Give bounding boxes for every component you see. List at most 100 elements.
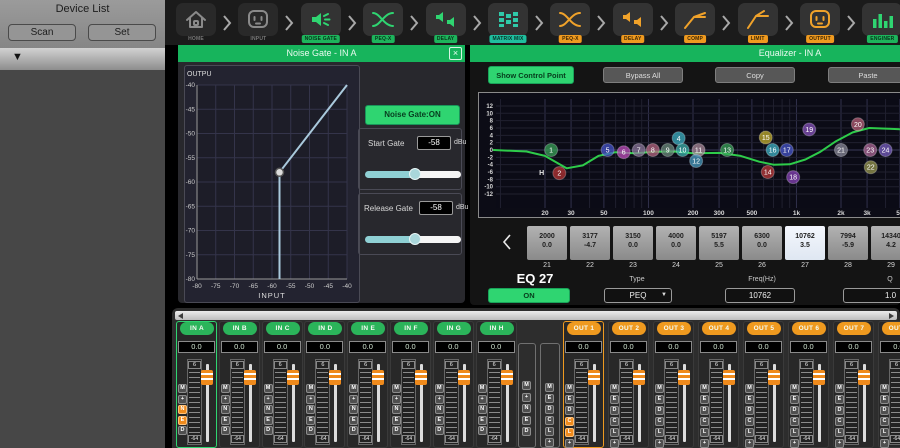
- channel-button-m[interactable]: M: [655, 384, 664, 393]
- channel-value[interactable]: 0.0: [790, 341, 827, 353]
- channel-value[interactable]: 0.0: [264, 341, 301, 353]
- master-button-e[interactable]: E: [545, 394, 554, 403]
- channel-button-d[interactable]: D: [700, 406, 709, 415]
- channel-button-+[interactable]: +: [610, 439, 619, 448]
- eq-control-point-20[interactable]: 20: [851, 118, 864, 131]
- toolbar-item-limit[interactable]: LIMIT: [735, 0, 781, 45]
- toolbar-item-matrix-mix[interactable]: MATRIX MIX: [485, 0, 531, 45]
- channel-button-c[interactable]: C: [610, 417, 619, 426]
- channel-tab[interactable]: OUT 4: [702, 322, 736, 335]
- channel-value[interactable]: 0.0: [835, 341, 872, 353]
- channel-button-e[interactable]: E: [565, 395, 574, 404]
- channel-button-m[interactable]: M: [221, 384, 230, 393]
- channel-button-l[interactable]: L: [790, 428, 799, 437]
- channel-tab[interactable]: OUT 5: [747, 322, 781, 335]
- channel-button-m[interactable]: M: [392, 384, 401, 393]
- master-button-d[interactable]: D: [522, 427, 531, 436]
- channel-button-+[interactable]: +: [349, 395, 358, 404]
- noise-gate-on-button[interactable]: Noise Gate:ON: [365, 105, 460, 125]
- channel-button-e[interactable]: E: [178, 416, 187, 425]
- mixer-scrollbar[interactable]: [175, 311, 897, 320]
- gate-threshold-handle[interactable]: [276, 168, 284, 176]
- channel-button-e[interactable]: E: [264, 416, 273, 425]
- fader-handle[interactable]: [633, 370, 645, 385]
- scan-button[interactable]: Scan: [8, 24, 76, 41]
- slider-knob[interactable]: [409, 168, 421, 180]
- channel-button-m[interactable]: M: [349, 384, 358, 393]
- channel-button-e[interactable]: E: [655, 395, 664, 404]
- fader-handle[interactable]: [588, 370, 600, 385]
- channel-button-+[interactable]: +: [435, 395, 444, 404]
- eq-type-select[interactable]: PEQ ▼: [604, 288, 672, 303]
- channel-value[interactable]: 0.0: [306, 341, 343, 353]
- channel-value[interactable]: 0.0: [221, 341, 258, 353]
- eq-control-point-8[interactable]: 8: [646, 144, 659, 157]
- channel-button-d[interactable]: D: [880, 406, 889, 415]
- channel-value[interactable]: 0.0: [700, 341, 737, 353]
- channel-value[interactable]: 0.0: [178, 341, 215, 353]
- channel-button-n[interactable]: N: [435, 405, 444, 414]
- eq-control-point-9[interactable]: 9: [661, 144, 674, 157]
- toolbar-item-peq-x[interactable]: PEQ-X: [360, 0, 406, 45]
- band-cell-25[interactable]: 51975.5: [699, 226, 739, 260]
- channel-button-d[interactable]: D: [790, 406, 799, 415]
- close-icon[interactable]: ×: [449, 47, 462, 60]
- channel-button-+[interactable]: +: [655, 439, 664, 448]
- channel-button-+[interactable]: +: [745, 439, 754, 448]
- channel-button-m[interactable]: M: [435, 384, 444, 393]
- release-gate-value[interactable]: -58: [419, 201, 453, 215]
- channel-button-e[interactable]: E: [610, 395, 619, 404]
- master-button-d[interactable]: D: [545, 405, 554, 414]
- channel-button-m[interactable]: M: [700, 384, 709, 393]
- band-cell-22[interactable]: 3177-4.7: [570, 226, 610, 260]
- channel-tab[interactable]: OUT 1: [567, 322, 601, 335]
- channel-tab[interactable]: IN C: [266, 322, 300, 335]
- copy-button[interactable]: Copy: [715, 67, 795, 83]
- toolbar-item-noise-gate[interactable]: NOISE GATE: [298, 0, 344, 45]
- channel-button-c[interactable]: C: [655, 417, 664, 426]
- channel-value[interactable]: 0.0: [610, 341, 647, 353]
- channel-button-n[interactable]: N: [478, 405, 487, 414]
- channel-button-m[interactable]: M: [264, 384, 273, 393]
- channel-button-m[interactable]: M: [790, 384, 799, 393]
- channel-button-c[interactable]: C: [880, 417, 889, 426]
- eq-control-point-13[interactable]: 13: [721, 144, 734, 157]
- slider-knob[interactable]: [409, 233, 421, 245]
- master-button-l[interactable]: L: [545, 427, 554, 436]
- master-button-c[interactable]: C: [545, 416, 554, 425]
- channel-button-n[interactable]: N: [306, 405, 315, 414]
- channel-value[interactable]: 0.0: [655, 341, 692, 353]
- channel-button-+[interactable]: +: [306, 395, 315, 404]
- start-gate-value[interactable]: -58: [417, 136, 451, 150]
- eq-control-point-7[interactable]: 7: [632, 144, 645, 157]
- channel-button-e[interactable]: E: [478, 416, 487, 425]
- channel-button-n[interactable]: N: [264, 405, 273, 414]
- toolbar-item-peq-x[interactable]: PEQ-X: [547, 0, 593, 45]
- channel-button-+[interactable]: +: [392, 395, 401, 404]
- release-gate-slider[interactable]: [365, 236, 461, 243]
- fader-handle[interactable]: [501, 370, 513, 385]
- fader-handle[interactable]: [329, 370, 341, 385]
- toolbar-item-output[interactable]: OUTPUT: [797, 0, 843, 45]
- channel-button-e[interactable]: E: [745, 395, 754, 404]
- channel-tab[interactable]: OUT 7: [837, 322, 871, 335]
- fader-handle[interactable]: [768, 370, 780, 385]
- eq-control-point-18[interactable]: 18: [787, 171, 800, 184]
- channel-button-n[interactable]: N: [392, 405, 401, 414]
- fader-handle[interactable]: [201, 370, 213, 385]
- channel-button-e[interactable]: E: [700, 395, 709, 404]
- channel-button-+[interactable]: +: [264, 395, 273, 404]
- channel-value[interactable]: 0.0: [435, 341, 472, 353]
- master-button-n[interactable]: N: [522, 404, 531, 413]
- eq-control-point-2[interactable]: 2: [553, 167, 566, 180]
- channel-button-l[interactable]: L: [610, 428, 619, 437]
- eq-control-point-24[interactable]: 24: [879, 144, 892, 157]
- band-cell-28[interactable]: 7994-5.9: [828, 226, 868, 260]
- fader-handle[interactable]: [372, 370, 384, 385]
- paste-button[interactable]: Paste: [828, 67, 900, 83]
- channel-button-+[interactable]: +: [565, 439, 574, 448]
- eq-control-point-21[interactable]: 21: [835, 144, 848, 157]
- channel-button-l[interactable]: L: [745, 428, 754, 437]
- band-cell-21[interactable]: 20000.0: [527, 226, 567, 260]
- master-button-e[interactable]: E: [522, 416, 531, 425]
